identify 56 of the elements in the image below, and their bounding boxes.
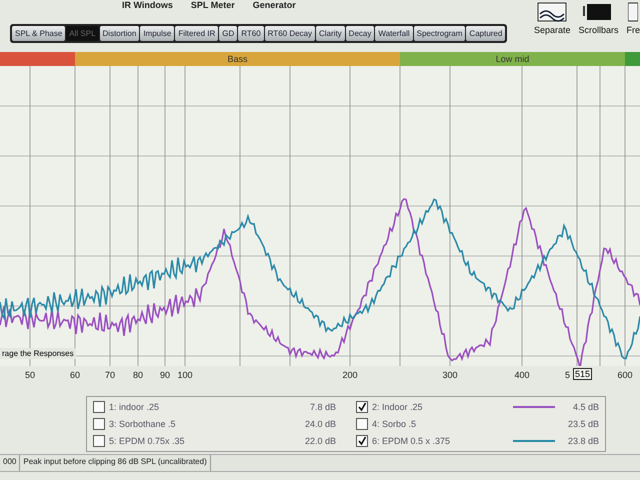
axis-tick-label: 90 (160, 370, 170, 380)
status-message: Peak input before clipping 86 dB SPL (uncalibrated) (20, 455, 211, 471)
axis-tick-label: 50 (25, 370, 35, 380)
tab[interactable]: Waterfall (375, 26, 413, 41)
checkbox[interactable] (356, 418, 368, 430)
axis-tick-label: 100 (177, 370, 193, 380)
tab[interactable]: SPL & Phase (12, 26, 66, 41)
measurement-label: 3: Sorbothane .5 (109, 419, 177, 429)
checkbox[interactable] (356, 401, 368, 413)
axis-tick-label: 400 (514, 370, 530, 380)
waves-icon (537, 2, 568, 22)
scrollbars-button[interactable]: Scrollbars (578, 2, 618, 50)
axis-tick-label: 200 (342, 370, 358, 380)
frequency-band: Bass (75, 52, 400, 66)
axis-tick-label: 60 (70, 370, 80, 380)
tab[interactable]: Clarity (316, 26, 345, 41)
axis-tick-label: 5 (565, 370, 570, 380)
menu-item[interactable]: Generator (252, 0, 296, 16)
axis-tick-label: 80 (133, 370, 143, 380)
tab[interactable]: Captured (466, 26, 506, 41)
level-value: 22.0 dB (304, 436, 336, 446)
tab[interactable]: RT60 Decay (264, 26, 315, 41)
measurement-label: 5: EPDM 0.75x .35 (109, 436, 186, 446)
measurement-label: 4: Sorbo .5 (372, 419, 418, 429)
checkbox[interactable] (93, 418, 105, 430)
checkbox[interactable] (93, 401, 105, 413)
status-text: 000 (0, 455, 20, 471)
freq-button[interactable]: Fre (626, 2, 640, 50)
menu-item[interactable]: IR Windows (122, 0, 173, 16)
overlay-label: rage the Responses (0, 348, 76, 359)
checkbox[interactable] (93, 435, 105, 447)
tab[interactable]: Impulse (140, 26, 174, 41)
level-value: 4.5 dB (572, 402, 599, 412)
checkbox[interactable] (356, 435, 368, 447)
measurement-label: 6: EPDM 0.5 x .375 (372, 436, 452, 446)
tab[interactable]: Decay (346, 26, 374, 41)
tab[interactable]: Filtered IR (175, 26, 218, 41)
axis-tick-label: 600 (617, 370, 633, 380)
tab[interactable]: Distortion (100, 26, 140, 41)
level-value: 23.8 dB (566, 436, 599, 446)
measurement-label: 1: indoor .25 (109, 402, 160, 412)
tab[interactable]: RT60 (238, 26, 264, 41)
menu-item[interactable]: SPL Meter (190, 0, 235, 16)
level-value: 7.8 dB (308, 402, 336, 412)
cursor-readout: 515 (573, 368, 592, 380)
level-value: 24.0 dB (304, 419, 336, 429)
tab[interactable]: GD (219, 26, 238, 41)
measurement-label: 2: Indoor .25 (372, 402, 424, 412)
axis-tick-label: 70 (105, 370, 115, 380)
axis-tick-label: 300 (442, 370, 458, 380)
level-value: 23.5 dB (566, 419, 599, 429)
separate-button[interactable]: Separate (534, 2, 570, 50)
frequency-band: Low mid (400, 52, 625, 66)
panel-icon (628, 2, 638, 22)
tab[interactable]: Spectrogram (414, 26, 466, 41)
scrollbars-icon (583, 2, 614, 22)
